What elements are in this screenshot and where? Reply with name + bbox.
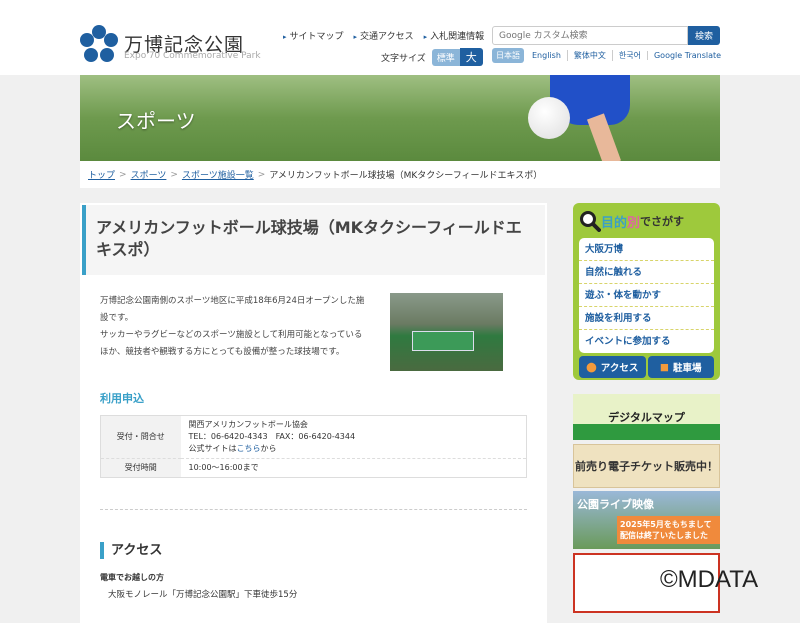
table-row: 受付時間 10:00〜16:00まで (100, 458, 527, 478)
site-text: から (260, 444, 277, 453)
purpose-nature[interactable]: 自然に触れる (579, 261, 714, 284)
search-by-purpose: 目的別でさがす 大阪万博 自然に触れる 遊ぶ・体を動かす 施設を利用する イベン… (573, 203, 720, 380)
lang-google-translate[interactable]: Google Translate (646, 51, 727, 60)
heading-rest: でさがす (640, 215, 685, 228)
site-text: 公式サイトは (188, 444, 237, 453)
purpose-play[interactable]: 遊ぶ・体を動かす (579, 284, 714, 307)
org-name: 関西アメリカンフットボール協会 (188, 420, 308, 429)
search-button[interactable]: 検索 (688, 26, 720, 45)
purpose-list: 大阪万博 自然に触れる 遊ぶ・体を動かす 施設を利用する イベントに参加する (579, 238, 714, 353)
table-row: 受付・問合せ 関西アメリカンフットボール協会 TEL：06-6420-4343 … (100, 415, 527, 459)
train-text: 大阪モノレール「万博記念公園駅」下車徒歩15分 (108, 590, 298, 600)
main-content: アメリカンフットボール球技場（MKタクシーフィールドエキスポ） 万博記念公園南側… (80, 203, 547, 623)
stadium-photo (390, 293, 503, 371)
lang-korean[interactable]: 한국어 (611, 50, 647, 61)
table-label: 受付時間 (100, 458, 181, 478)
phone-fax: TEL：06-6420-4343 FAX：06-6420-4344 (188, 432, 356, 441)
language-links: 日本語 English 繁体中文 한국어 Google Translate (492, 48, 727, 63)
breadcrumb-facilities[interactable]: スポーツ施設一覧 (182, 168, 254, 181)
description-line: 万博記念公園南側のスポーツ地区に平成18年6月24日オープンした施設です。 (100, 296, 365, 323)
map-pin-icon: ⬤ (586, 361, 597, 373)
hero-banner: スポーツ (80, 75, 720, 161)
top-links: サイトマップ 交通アクセス 入札関連情報 (283, 29, 485, 42)
purpose-expo[interactable]: 大阪万博 (579, 238, 714, 261)
train-heading: 電車でお越しの方 (100, 573, 164, 582)
parking-button[interactable]: ■ 駐車場 (647, 356, 714, 378)
access-heading: アクセス (100, 542, 162, 559)
official-site: 公式サイトはこちらから (189, 443, 519, 455)
link-access[interactable]: 交通アクセス (354, 29, 414, 42)
font-standard-button[interactable]: 標準 (431, 48, 460, 66)
search-form: 検索 (492, 26, 720, 45)
table-value: 10:00〜16:00まで (180, 458, 527, 478)
table-value: 関西アメリカンフットボール協会 TEL：06-6420-4343 FAX：06-… (180, 415, 527, 459)
breadcrumb: トップ > スポーツ > スポーツ施設一覧 > アメリカンフットボール球技場（MKタク… (80, 161, 720, 188)
heading-char: 目 (601, 215, 615, 231)
parking-label: 駐車場 (672, 363, 702, 374)
divider (100, 509, 527, 510)
access-button[interactable]: ⬤ アクセス (579, 356, 646, 378)
banner-text: 前売り電子チケット販売中！ (575, 460, 718, 473)
purpose-heading: 目的別でさがす (579, 207, 714, 235)
lang-chinese[interactable]: 繁体中文 (566, 50, 612, 61)
e-ticket-banner[interactable]: 前売り電子チケット販売中！ (573, 444, 720, 488)
font-size-switch: 文字サイズ 標準 大 (381, 48, 483, 66)
watermark: ©MDATA (660, 566, 759, 593)
description: 万博記念公園南側のスポーツ地区に平成18年6月24日オープンした施設です。 サッ… (100, 293, 365, 361)
breadcrumb-sports[interactable]: スポーツ (131, 168, 167, 181)
font-size-label: 文字サイズ (381, 53, 426, 64)
heading-char: 別 (627, 215, 641, 231)
soccer-ball (528, 97, 570, 139)
purpose-events[interactable]: イベントに参加する (579, 330, 714, 353)
page-title: アメリカンフットボール球技場（MKタクシーフィールドエキスポ） (82, 205, 545, 275)
table-label: 受付・問合せ (100, 415, 181, 459)
link-sitemap[interactable]: サイトマップ (283, 29, 344, 42)
banner-text: 公園ライブ映像 (577, 498, 654, 511)
live-camera-banner[interactable]: 公園ライブ映像 2025年5月をもちまして配信は終了いたしました (573, 491, 720, 549)
link-bidding[interactable]: 入札関連情報 (424, 29, 484, 42)
banner-note: 2025年5月をもちまして配信は終了いたしました (617, 516, 720, 544)
search-icon (580, 211, 601, 232)
digital-map-banner[interactable]: デジタルマップ (573, 394, 720, 440)
apply-heading: 利用申込 (100, 392, 144, 405)
access-label: アクセス (600, 363, 639, 374)
breadcrumb-top[interactable]: トップ (88, 168, 115, 181)
heading-char: 的 (614, 215, 628, 231)
logo-subtitle: Expo'70 Commemorative Park (124, 51, 261, 61)
car-icon: ■ (660, 361, 669, 373)
breadcrumb-current: アメリカンフットボール球技場（MKタクシーフィールドエキスポ） (269, 171, 543, 181)
lang-japanese[interactable]: 日本語 (492, 48, 524, 63)
logo-icon[interactable] (80, 25, 118, 63)
description-line: サッカーやラグビーなどのスポーツ施設として利用可能となっているほか、競技者や観戦… (100, 330, 363, 357)
search-input[interactable] (492, 26, 688, 45)
hero-title: スポーツ (116, 109, 196, 133)
header: 万博記念公園 Expo'70 Commemorative Park サイトマップ… (0, 0, 800, 75)
apply-table: 受付・問合せ 関西アメリカンフットボール協会 TEL：06-6420-4343 … (100, 415, 527, 478)
lang-english[interactable]: English (526, 51, 567, 60)
official-site-link[interactable]: こちら (237, 444, 261, 453)
side-buttons: ⬤ アクセス ■ 駐車場 (579, 356, 714, 378)
font-large-button[interactable]: 大 (459, 48, 483, 66)
purpose-facilities[interactable]: 施設を利用する (579, 307, 714, 330)
banner-text: デジタルマップ (608, 411, 685, 424)
